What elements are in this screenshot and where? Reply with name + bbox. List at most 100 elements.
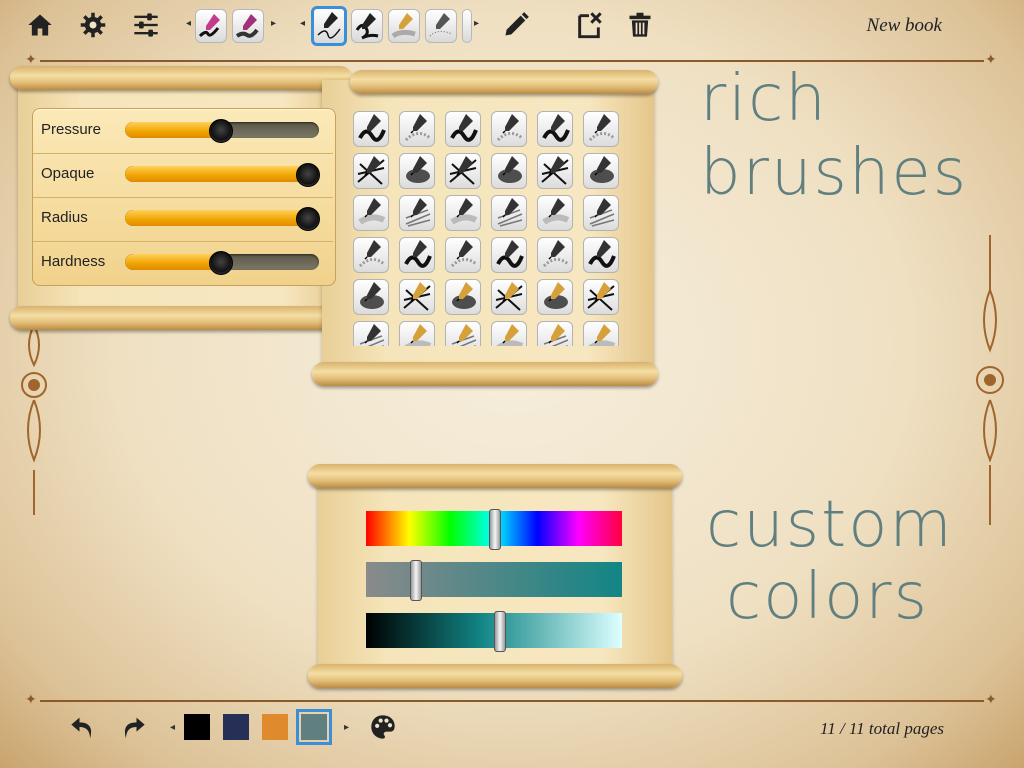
brush-option-33[interactable] [445, 321, 481, 346]
brush-option-3[interactable] [445, 111, 481, 147]
recent-brush-2[interactable] [232, 9, 264, 43]
recent-brushes-left-arrow[interactable]: ◂ [186, 18, 191, 29]
opaque-slider-knob[interactable] [296, 163, 321, 187]
hardness-row: Hardness [33, 241, 333, 285]
settings-button[interactable] [78, 10, 108, 40]
color-swatch-navy[interactable] [223, 714, 249, 740]
toolbar-brush-3[interactable] [388, 9, 420, 43]
brush-pen-icon [404, 324, 432, 346]
brush-option-15[interactable] [445, 195, 481, 231]
pencil-icon [505, 12, 529, 36]
brush-option-27[interactable] [445, 279, 481, 315]
recent-brushes-right-arrow[interactable]: ▸ [271, 18, 276, 29]
brush-option-13[interactable] [353, 195, 389, 231]
opaque-slider[interactable] [125, 166, 319, 182]
brush-option-20[interactable] [399, 237, 435, 273]
palette-button[interactable] [368, 712, 398, 742]
brush-option-1[interactable] [353, 111, 389, 147]
brush-settings-button[interactable] [131, 10, 161, 40]
brush-option-2[interactable] [399, 111, 435, 147]
hardness-label: Hardness [41, 253, 106, 270]
brush-pen-icon [496, 114, 523, 142]
saturation-slider-knob[interactable] [409, 560, 422, 601]
brush-option-26[interactable] [399, 279, 435, 315]
brush-pen-icon [588, 114, 615, 142]
color-swatch-teal-gray[interactable] [296, 709, 332, 745]
swatches-left-arrow[interactable]: ◂ [170, 722, 175, 733]
brush-option-7[interactable] [353, 153, 389, 189]
brush-option-36[interactable] [583, 321, 619, 346]
saturation-slider[interactable] [366, 560, 622, 601]
pressure-row: Pressure [33, 109, 333, 154]
brush-option-18[interactable] [583, 195, 619, 231]
brush-pen-icon [450, 240, 477, 268]
toolbar-brush-4[interactable] [425, 9, 457, 43]
brush-option-32[interactable] [399, 321, 435, 346]
hardness-slider-knob[interactable] [209, 251, 234, 275]
toolbar-brush-5[interactable] [462, 9, 472, 43]
scroll-bottom-roll [10, 306, 352, 330]
brush-option-9[interactable] [445, 153, 481, 189]
brushes-left-arrow[interactable]: ◂ [300, 18, 305, 29]
brush-option-22[interactable] [491, 237, 527, 273]
pressure-slider-knob[interactable] [209, 119, 234, 143]
color-swatch-orange[interactable] [262, 714, 288, 740]
brush-option-17[interactable] [537, 195, 573, 231]
radius-slider[interactable] [125, 210, 319, 226]
brush-pen-icon [452, 282, 476, 309]
brush-option-19[interactable] [353, 237, 389, 273]
brush-option-6[interactable] [583, 111, 619, 147]
brush-pen-icon [590, 156, 614, 183]
recent-brush-1[interactable] [195, 9, 227, 43]
brightness-slider-knob[interactable] [494, 611, 507, 652]
brightness-slider[interactable] [366, 611, 622, 652]
undo-button[interactable] [68, 712, 98, 742]
brush-option-8[interactable] [399, 153, 435, 189]
brush-pen-icon [404, 114, 431, 142]
brush-option-12[interactable] [583, 153, 619, 189]
trash-button[interactable] [625, 10, 655, 40]
radius-slider-knob[interactable] [296, 207, 321, 231]
pressure-label: Pressure [41, 121, 102, 138]
brush-option-14[interactable] [399, 195, 435, 231]
brush-option-35[interactable] [537, 321, 573, 346]
opaque-label: Opaque [41, 165, 95, 182]
home-button[interactable] [25, 10, 55, 40]
brush-option-31[interactable] [353, 321, 389, 346]
bottom-divider [40, 700, 984, 702]
brush-pen-icon [496, 324, 524, 346]
brush-option-10[interactable] [491, 153, 527, 189]
brush-option-16[interactable] [491, 195, 527, 231]
color-swatch-black[interactable] [184, 714, 210, 740]
brush-option-21[interactable] [445, 237, 481, 273]
brush-option-4[interactable] [491, 111, 527, 147]
brush-option-28[interactable] [491, 279, 527, 315]
toolbar-brush-1[interactable] [311, 6, 347, 46]
palette-icon [371, 715, 395, 739]
brush-option-24[interactable] [583, 237, 619, 273]
brush-pen-icon [358, 114, 386, 142]
brush-pen-icon [449, 156, 477, 185]
brush-option-25[interactable] [353, 279, 389, 315]
brush-option-23[interactable] [537, 237, 573, 273]
radius-row: Radius [33, 197, 333, 242]
book-title[interactable]: New book [867, 15, 942, 37]
brush-option-34[interactable] [491, 321, 527, 346]
hue-slider[interactable] [366, 509, 622, 550]
pencil-button[interactable] [501, 10, 531, 40]
brush-pen-icon [544, 282, 568, 309]
brush-pen-icon [358, 198, 386, 225]
redo-button[interactable] [118, 712, 148, 742]
brush-pen-icon [589, 198, 615, 227]
hue-slider-knob[interactable] [489, 509, 501, 550]
brushes-right-arrow[interactable]: ▸ [474, 18, 479, 29]
brush-option-29[interactable] [537, 279, 573, 315]
swatches-right-arrow[interactable]: ▸ [344, 722, 349, 733]
brush-option-30[interactable] [583, 279, 619, 315]
brush-option-11[interactable] [537, 153, 573, 189]
flourish-ornament: ✦ [25, 691, 37, 707]
toolbar-brush-2[interactable] [351, 9, 383, 43]
brush-option-5[interactable] [537, 111, 573, 147]
clear-page-button[interactable] [574, 10, 604, 40]
left-side-ornament [21, 324, 47, 515]
